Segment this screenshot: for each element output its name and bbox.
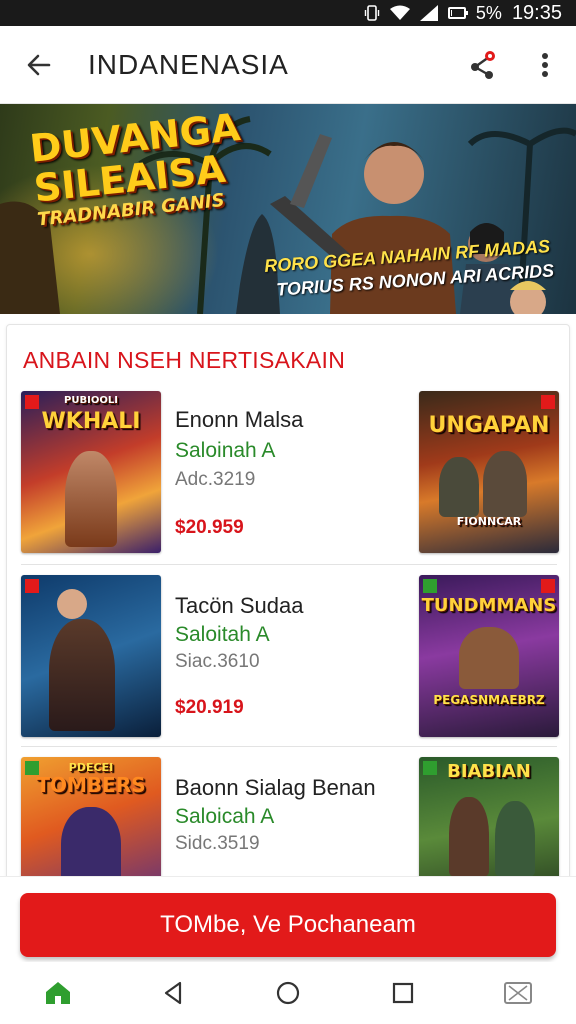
status-bar: 5% 19:35 (0, 0, 576, 26)
vibrate-icon (364, 5, 380, 21)
badge-icon (541, 395, 555, 409)
item-meta: Siac.3610 (175, 651, 260, 672)
battery-icon (447, 7, 468, 19)
character-figure (61, 807, 121, 883)
more-options-button[interactable] (514, 26, 576, 104)
badge-icon (423, 579, 437, 593)
item-meta: Sidc.3519 (175, 833, 260, 854)
cta-bar: TOMbe, Ve Pochaneam (0, 876, 576, 962)
related-thumbnail[interactable]: BIABIAN (419, 757, 559, 883)
item-name: Baonn Sialag Benan (175, 775, 376, 800)
wifi-icon (389, 5, 410, 21)
app-bar: INDANENASIA (0, 26, 576, 104)
screenshot-button[interactable] (478, 962, 558, 1024)
character-figure (449, 797, 489, 877)
recents-square-icon (393, 982, 414, 1004)
related-thumbnail-title: UNGAPAN (428, 413, 550, 438)
promo-banner[interactable]: DUVANGA SILEAISA TRADNABIR GANIS RORO GG… (0, 104, 576, 314)
character-figure (439, 457, 479, 517)
thumbnail-title: WKHALI (41, 409, 141, 434)
nav-home-button[interactable] (248, 962, 328, 1024)
share-button[interactable] (452, 26, 514, 104)
item-subtitle: Saloitah A (175, 623, 270, 646)
item-thumbnail[interactable]: PDECEI TOMBERS (21, 757, 161, 883)
badge-icon (25, 579, 39, 593)
related-thumbnail-title: BIABIAN (447, 761, 531, 782)
item-subtitle: Saloinah A (175, 439, 276, 462)
signal-icon (419, 5, 438, 21)
system-nav-bar (0, 962, 576, 1024)
back-triangle-icon (164, 981, 181, 1005)
cta-button[interactable]: TOMbe, Ve Pochaneam (20, 893, 556, 957)
item-meta: Adc.3219 (175, 469, 256, 490)
related-thumbnail-bottom: PEGASNMAEBRZ (433, 693, 545, 707)
related-thumbnail[interactable]: UNGAPAN FIONNCAR (419, 391, 559, 553)
nav-back-button[interactable] (133, 962, 213, 1024)
thumbnail-top-text: PUBIOOLI (64, 395, 118, 406)
products-card: ANBAIN NSEH NERTISAKAIN PUBIOOLI WKHALI … (6, 324, 570, 884)
back-button[interactable] (0, 26, 78, 104)
item-thumbnail[interactable] (21, 575, 161, 737)
character-head (57, 589, 87, 619)
character-figure (495, 801, 535, 877)
related-thumbnail-bottom: FIONNCAR (456, 515, 522, 528)
home-icon (45, 982, 70, 1004)
character-figure (49, 619, 115, 731)
item-name: Tacön Sudaa (175, 593, 304, 618)
character-figure (483, 451, 527, 517)
item-thumbnail[interactable]: PUBIOOLI WKHALI (21, 391, 161, 553)
related-thumbnail-title: TUNDMMANS (421, 595, 557, 616)
item-subtitle: Saloicah A (175, 805, 275, 828)
related-thumbnail[interactable]: TUNDMMANS PEGASNMAEBRZ (419, 575, 559, 737)
item-price: $20.919 (175, 697, 244, 718)
back-arrow-icon (27, 54, 51, 75)
home-tab-button[interactable] (18, 962, 98, 1024)
character-figure (65, 451, 117, 547)
share-icon (471, 50, 495, 79)
item-price: $20.959 (175, 517, 244, 538)
character-figure (459, 627, 519, 689)
clock-time: 19:35 (511, 1, 562, 24)
list-item[interactable]: Tacön Sudaa Saloitah A Siac.3610 $20.919… (7, 565, 569, 747)
page-title: INDANENASIA (88, 48, 289, 80)
badge-icon (541, 579, 555, 593)
screenshot-icon (504, 982, 533, 1004)
list-item[interactable]: PUBIOOLI WKHALI Enonn Malsa Saloinah A A… (7, 383, 569, 565)
battery-percent: 5% (475, 2, 502, 23)
more-vert-icon (542, 52, 548, 77)
banner-headline: DUVANGA SILEAISA TRADNABIR GANIS (28, 105, 248, 230)
item-name: Enonn Malsa (175, 407, 304, 432)
nav-recents-button[interactable] (363, 962, 443, 1024)
home-circle-icon (276, 981, 300, 1005)
section-title: ANBAIN NSEH NERTISAKAIN (23, 347, 346, 373)
list-item[interactable]: PDECEI TOMBERS Baonn Sialag Benan Saloic… (7, 747, 569, 883)
thumbnail-title: TOMBERS (36, 773, 146, 797)
